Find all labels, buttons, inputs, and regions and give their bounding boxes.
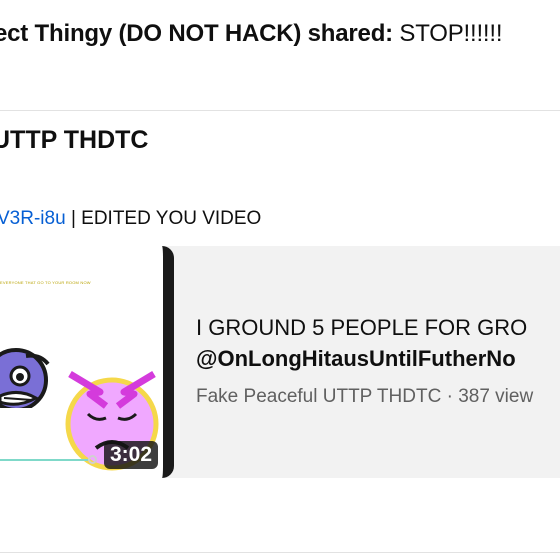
progress-line — [0, 459, 88, 461]
channel-name[interactable]: UTTP THDTC — [0, 126, 148, 155]
progress-dot[interactable] — [88, 455, 97, 464]
divider — [0, 552, 560, 553]
video-title-line2[interactable]: @OnLongHitausUntilFutherNo — [196, 346, 516, 372]
post-body: EDITED YOU VIDEO — [81, 208, 262, 229]
thumbnail-caption: EVERYONE THAT GO TO YOUR ROOM NOW — [0, 280, 91, 285]
video-title-line1[interactable]: I GROUND 5 PEOPLE FOR GRO — [196, 315, 527, 341]
duration-badge: 3:02 — [104, 441, 159, 469]
share-message: STOP!!!!!! — [399, 20, 503, 47]
post-text: V3R-i8u | EDITED YOU VIDEO — [0, 208, 261, 230]
video-meta: Fake Peaceful UTTP THDTC · 387 view — [196, 386, 534, 407]
post-separator: | — [70, 208, 76, 229]
share-header: ect Thingy (DO NOT HACK) shared: STOP!!!… — [0, 20, 503, 48]
scared-emoji-icon — [0, 348, 50, 408]
sharer-name[interactable]: ect Thingy (DO NOT HACK) shared: — [0, 20, 393, 47]
divider — [0, 110, 560, 111]
post-link[interactable]: V3R-i8u — [0, 208, 66, 229]
